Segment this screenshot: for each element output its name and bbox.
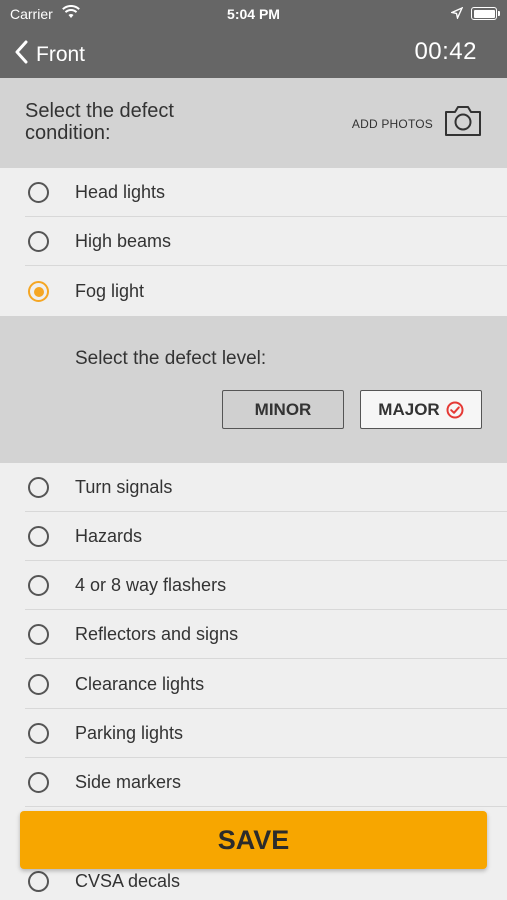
item-label: Fog light [75, 281, 145, 301]
save-button[interactable]: SAVE [20, 811, 487, 869]
defect-condition-header: Select the defect condition: ADD PHOTOS [0, 78, 507, 168]
list-item[interactable]: Head lights [0, 168, 507, 217]
radio-button-selected[interactable] [28, 281, 49, 302]
minor-label: MINOR [254, 399, 312, 419]
status-bar: Carrier 5:04 PM [0, 0, 507, 28]
radio-button[interactable] [28, 674, 49, 695]
list-item[interactable]: Hazards [0, 512, 507, 561]
radio-button[interactable] [28, 182, 49, 203]
item-label: Reflectors and signs [75, 624, 239, 644]
battery-icon [471, 7, 500, 20]
divider [25, 265, 507, 266]
list-item[interactable]: Turn signals [0, 463, 507, 512]
list-item-selected[interactable]: Fog light [0, 267, 507, 316]
defect-level-panel: Select the defect level: MINOR MAJOR [0, 316, 507, 463]
divider [25, 658, 507, 659]
back-button[interactable]: Front [14, 40, 85, 69]
list-item[interactable]: Side markers [0, 758, 507, 807]
defect-level-title: Select the defect level: [75, 348, 267, 369]
camera-icon [443, 104, 483, 143]
list-item[interactable]: Parking lights [0, 709, 507, 758]
radio-button[interactable] [28, 575, 49, 596]
radio-button[interactable] [28, 526, 49, 547]
clock: 5:04 PM [227, 6, 280, 22]
item-label: 4 or 8 way flashers [75, 575, 227, 595]
add-photos-button[interactable]: ADD PHOTOS [352, 104, 483, 143]
inspection-timer: 00:42 [414, 38, 477, 65]
item-label: Parking lights [75, 723, 184, 743]
minor-button[interactable]: MINOR [222, 390, 344, 429]
item-label: Turn signals [75, 477, 173, 497]
list-item[interactable]: Reflectors and signs [0, 610, 507, 659]
divider [25, 806, 507, 807]
radio-button[interactable] [28, 231, 49, 252]
list-item[interactable]: Clearance lights [0, 660, 507, 709]
check-circle-icon [446, 401, 464, 419]
location-icon [449, 6, 464, 22]
add-photos-label: ADD PHOTOS [351, 116, 433, 131]
list-item[interactable]: 4 or 8 way flashers [0, 561, 507, 610]
item-label: Hazards [75, 526, 143, 546]
radio-button[interactable] [28, 871, 49, 892]
list-item[interactable]: High beams [0, 217, 507, 266]
save-label: SAVE [217, 824, 290, 855]
item-label: CVSA decals [75, 871, 181, 891]
defect-condition-prompt: Select the defect condition: [25, 100, 174, 144]
item-label: Side markers [75, 772, 182, 792]
radio-button[interactable] [28, 477, 49, 498]
chevron-left-icon [14, 40, 28, 69]
item-label: Clearance lights [75, 674, 205, 694]
nav-bar: Front 00:42 [0, 28, 507, 78]
major-label: MAJOR [378, 399, 440, 419]
radio-button[interactable] [28, 772, 49, 793]
radio-button[interactable] [28, 723, 49, 744]
radio-button[interactable] [28, 624, 49, 645]
item-label: Head lights [75, 182, 166, 202]
major-button[interactable]: MAJOR [360, 390, 482, 429]
item-label: High beams [75, 231, 172, 251]
back-label: Front [36, 42, 86, 66]
